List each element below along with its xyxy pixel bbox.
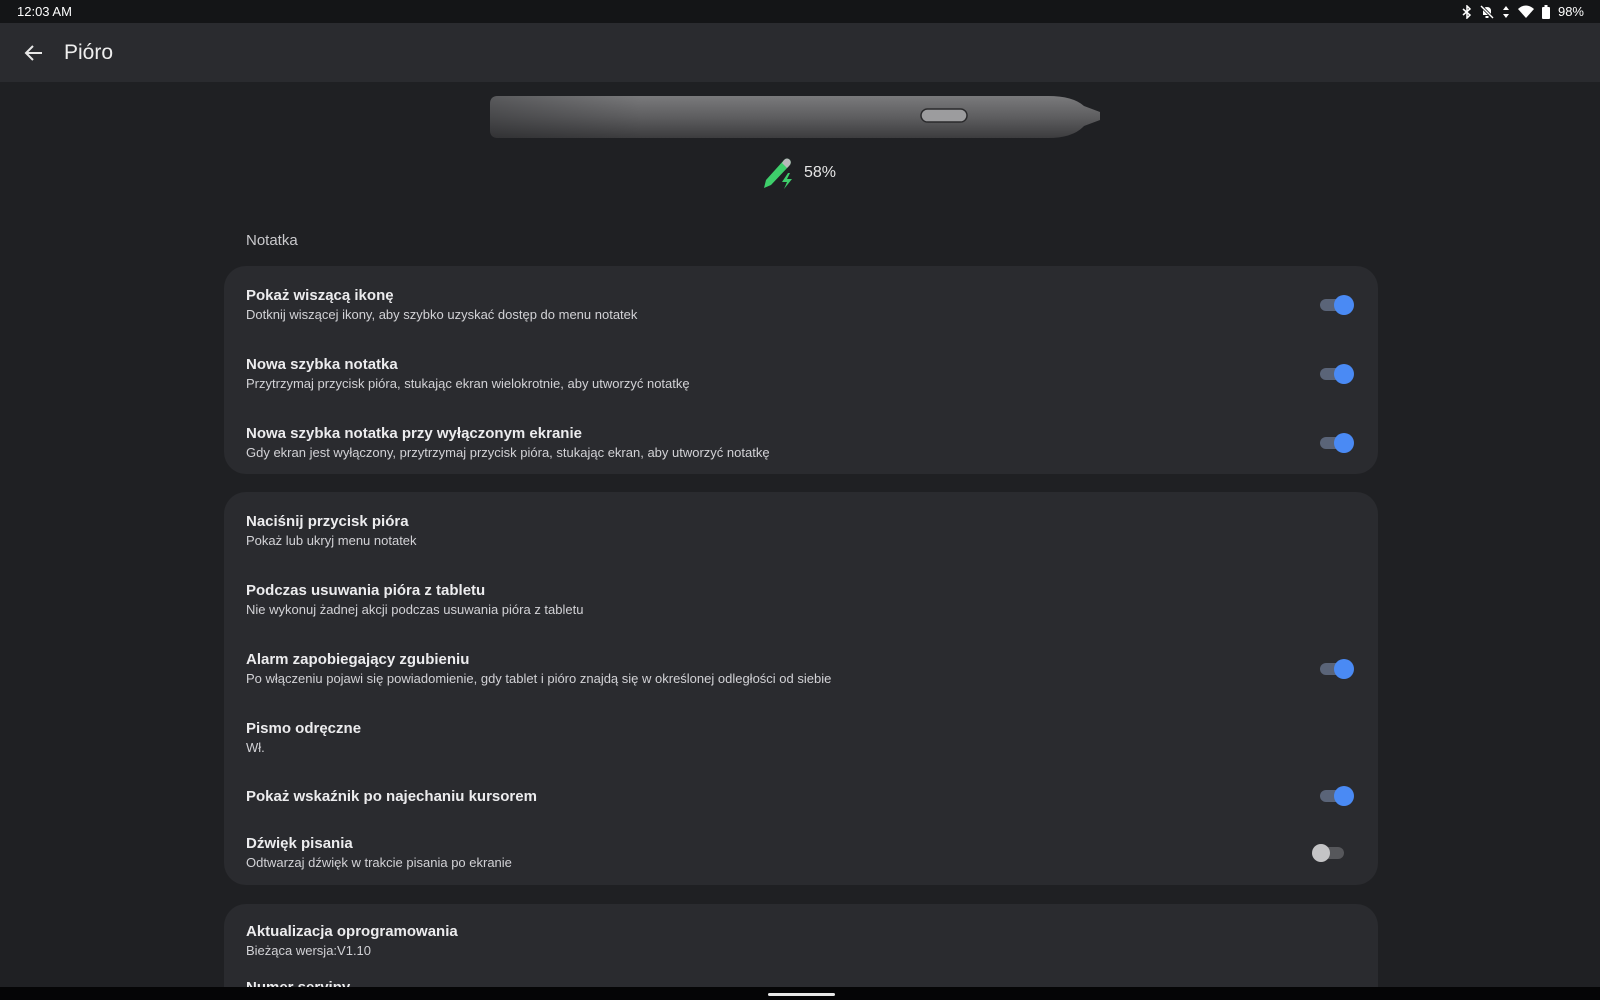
setting-anti-loss-alarm[interactable]: Alarm zapobiegający zgubieniu Po włączen… [224, 640, 1378, 698]
about-card: Aktualizacja oprogramowania Bieżąca wers… [224, 904, 1378, 987]
settings-content[interactable]: 58% Notatka Pokaż wiszącą ikonę Dotknij … [0, 82, 1600, 987]
setting-title: Aktualizacja oprogramowania [246, 923, 458, 940]
setting-subtitle: Bieżąca wersja:V1.10 [246, 943, 372, 958]
setting-subtitle: Gdy ekran jest wyłączony, przytrzymaj pr… [246, 445, 770, 460]
setting-subtitle: Wł. [246, 740, 265, 755]
setting-subtitle: Po włączeniu pojawi się powiadomienie, g… [246, 671, 832, 686]
navigation-bar [0, 987, 1600, 1000]
floating-icon-toggle[interactable] [1318, 293, 1354, 317]
app-bar: Pióro [0, 23, 1600, 82]
page-title: Pióro [64, 40, 114, 64]
pen-battery: 58% [760, 156, 836, 190]
arrow-left-icon [24, 44, 42, 61]
anti-loss-alarm-toggle[interactable] [1318, 657, 1354, 681]
quick-note-toggle[interactable] [1318, 362, 1354, 386]
setting-title: Numer seryjny [246, 978, 351, 988]
pen-charging-icon [764, 158, 792, 189]
quick-note-screen-off-toggle[interactable] [1318, 431, 1354, 455]
setting-hover-pointer[interactable]: Pokaż wskaźnik po najechaniu kursorem [224, 774, 1378, 818]
status-icons: 98% [1462, 4, 1584, 19]
setting-quick-note-screen-off[interactable]: Nowa szybka notatka przy wyłączonym ekra… [224, 414, 1378, 472]
status-bar: 12:03 AM 98% [0, 0, 1600, 23]
pen-battery-level: 58% [804, 164, 837, 181]
status-time: 12:03 AM [17, 4, 72, 19]
setting-quick-note[interactable]: Nowa szybka notatka Przytrzymaj przycisk… [224, 345, 1378, 403]
setting-pen-button[interactable]: Naciśnij przycisk pióra Pokaż lub ukryj … [224, 502, 1378, 560]
setting-subtitle: Odtwarzaj dźwięk w trakcie pisania po ek… [246, 855, 512, 870]
setting-title: Alarm zapobiegający zgubieniu [246, 651, 470, 668]
setting-title: Nowa szybka notatka [246, 356, 398, 373]
setting-title: Pokaż wiszącą ikonę [246, 287, 394, 304]
setting-firmware-update[interactable]: Aktualizacja oprogramowania Bieżąca wers… [224, 912, 1378, 970]
writing-sound-toggle[interactable] [1312, 841, 1348, 865]
setting-title: Podczas usuwania pióra z tabletu [246, 582, 486, 599]
section-title-note: Notatka [246, 232, 298, 249]
setting-title: Nowa szybka notatka przy wyłączonym ekra… [246, 425, 582, 442]
hover-pointer-toggle[interactable] [1318, 784, 1354, 808]
wifi-icon [1517, 5, 1534, 18]
bluetooth-icon [1462, 4, 1472, 19]
setting-title: Dźwięk pisania [246, 835, 353, 852]
pen-settings-card: Naciśnij przycisk pióra Pokaż lub ukryj … [224, 492, 1378, 885]
setting-title: Pismo odręczne [246, 720, 362, 737]
setting-subtitle: Pokaż lub ukryj menu notatek [246, 533, 417, 548]
setting-subtitle: Nie wykonuj żadnej akcji podczas usuwani… [246, 602, 584, 617]
data-arrows-icon [1502, 5, 1510, 19]
setting-subtitle: Przytrzymaj przycisk pióra, stukając ekr… [246, 376, 690, 391]
battery-icon [1541, 4, 1550, 19]
note-settings-card: Pokaż wiszącą ikonę Dotknij wiszącej iko… [224, 266, 1378, 474]
silent-icon [1479, 4, 1494, 19]
setting-title: Pokaż wskaźnik po najechaniu kursorem [246, 787, 537, 805]
setting-serial-number[interactable]: Numer seryjny [224, 970, 1378, 988]
setting-subtitle: Dotknij wiszącej ikony, aby szybko uzysk… [246, 307, 638, 322]
setting-floating-icon[interactable]: Pokaż wiszącą ikonę Dotknij wiszącej iko… [224, 276, 1378, 334]
setting-writing-sound[interactable]: Dźwięk pisania Odtwarzaj dźwięk w trakci… [224, 824, 1378, 882]
status-battery-text: 98% [1557, 4, 1584, 19]
setting-handwriting[interactable]: Pismo odręczne Wł. [224, 709, 1378, 767]
setting-pen-removal[interactable]: Podczas usuwania pióra z tabletu Nie wyk… [224, 571, 1378, 629]
setting-title: Naciśnij przycisk pióra [246, 513, 409, 530]
pen-illustration [490, 96, 1100, 138]
home-gesture-handle[interactable] [768, 993, 835, 996]
back-button[interactable] [14, 33, 54, 73]
